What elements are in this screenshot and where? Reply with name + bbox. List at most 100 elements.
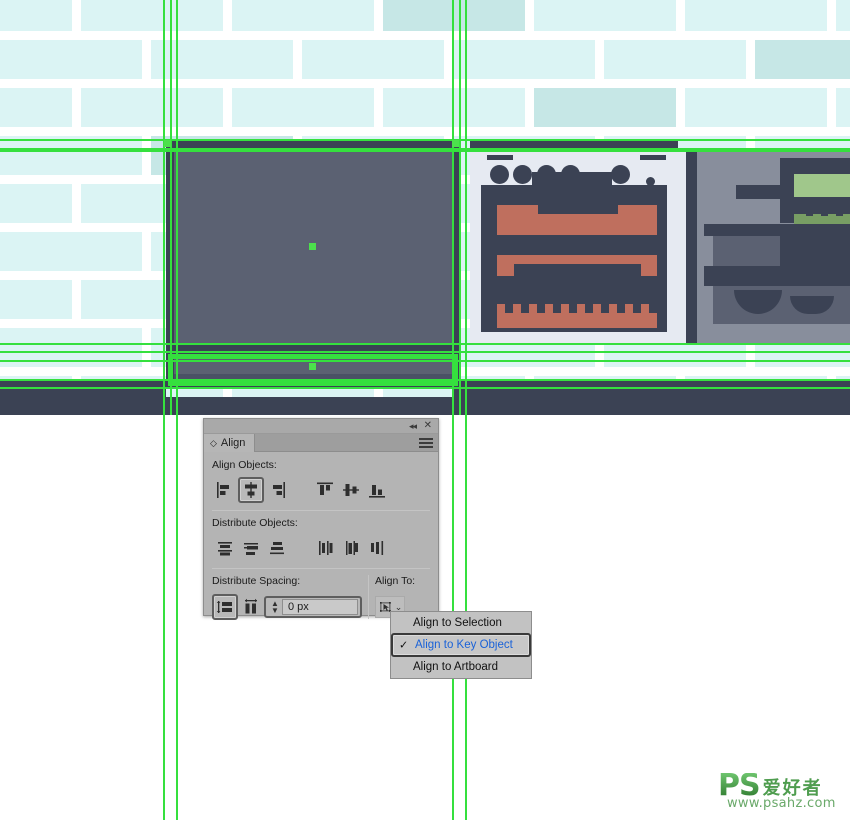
menu-item-align-to-artboard[interactable]: Align to Artboard	[391, 656, 531, 678]
oven-rack-middle-notch-left	[497, 276, 514, 286]
tile	[81, 88, 223, 127]
close-icon[interactable]: ✕	[424, 421, 432, 431]
quantity-stepper[interactable]: ▲ ▼	[268, 600, 282, 615]
panel-titlebar[interactable]: ◂◂ ✕	[204, 419, 438, 434]
tile	[0, 0, 72, 31]
horizontal-align-left-button[interactable]	[212, 477, 238, 503]
vertical-distribute-bottom-button[interactable]	[264, 535, 290, 561]
oven-rack-middle-notch	[514, 264, 641, 286]
illustrator-canvas: ◂◂ ✕ ◇ Align Align Objects: Distribute O…	[0, 0, 850, 820]
menu-item-align-to-key-object[interactable]: ✓ Align to Key Object	[391, 633, 531, 657]
horizontal-guide-4	[0, 351, 850, 353]
right-shelf-a3	[780, 236, 850, 266]
tile	[534, 88, 676, 127]
rack-tooth	[521, 304, 529, 313]
panel-tab-row[interactable]: ◇ Align	[204, 434, 438, 452]
menu-item-label: Align to Artboard	[413, 661, 499, 673]
horizontal-guide-2	[0, 150, 850, 152]
spacing-stepper-group[interactable]: ▲ ▼ 0 px	[264, 596, 362, 618]
check-icon: ✓	[399, 639, 409, 652]
anchor-top-right[interactable]	[452, 140, 459, 147]
anchor-center[interactable]	[309, 243, 316, 250]
align-objects-label: Align Objects:	[212, 459, 277, 471]
key-object-highlight[interactable]	[168, 354, 458, 386]
oven-knob-icon	[611, 165, 630, 184]
anchor-top-left[interactable]	[164, 140, 171, 147]
tile-row	[0, 0, 850, 40]
vertical-align-center-button[interactable]	[338, 477, 364, 503]
tile	[302, 40, 444, 79]
menu-item-align-to-selection[interactable]: Align to Selection	[391, 612, 531, 634]
spacing-value-input[interactable]: 0 px	[282, 599, 358, 615]
tile	[685, 0, 827, 31]
horizontal-distribute-center-button[interactable]	[338, 535, 364, 561]
tile	[685, 88, 827, 127]
tile	[0, 184, 72, 223]
tile	[0, 232, 142, 271]
align-panel[interactable]: ◂◂ ✕ ◇ Align Align Objects: Distribute O…	[203, 418, 439, 620]
horizontal-guide-7	[0, 387, 850, 389]
tile	[0, 40, 142, 79]
menu-item-label: Align to Selection	[413, 617, 502, 629]
rack-tooth	[617, 304, 625, 313]
distribute-spacing-label: Distribute Spacing:	[212, 575, 301, 587]
rack-tooth	[569, 304, 577, 313]
green-tooth	[836, 208, 843, 216]
divider-2	[212, 568, 430, 569]
tile	[232, 0, 374, 31]
align-to-label: Align To:	[375, 575, 416, 587]
stepper-down-icon[interactable]: ▼	[271, 607, 279, 615]
tile	[81, 0, 223, 31]
tile	[0, 88, 72, 127]
oven-handle	[532, 172, 612, 186]
horizontal-distribute-right-button[interactable]	[364, 535, 390, 561]
vertical-align-bottom-button[interactable]	[364, 477, 390, 503]
oven-rack-middle-notch-right	[641, 276, 658, 286]
tile	[453, 40, 595, 79]
diamond-icon: ◇	[210, 437, 217, 448]
rack-tooth	[649, 304, 657, 313]
tile	[0, 136, 142, 175]
horizontal-align-right-button[interactable]	[264, 477, 290, 503]
vertical-align-top-button[interactable]	[312, 477, 338, 503]
tile	[836, 88, 850, 127]
horizontal-align-center-button[interactable]	[238, 477, 264, 503]
panel-menu-icon[interactable]	[419, 438, 433, 450]
horizontal-distribute-left-button[interactable]	[312, 535, 338, 561]
tab-align[interactable]: ◇ Align	[204, 434, 256, 452]
right-shelf-d	[704, 324, 850, 343]
align-to-dropdown-menu[interactable]: Align to Selection ✓ Align to Key Object Al…	[390, 611, 532, 679]
right-cabinet-arm	[736, 185, 782, 199]
tile	[534, 0, 676, 31]
panel-body: Align Objects: Distribute Objects: Distr…	[204, 452, 438, 622]
vertical-distribute-center-button[interactable]	[238, 535, 264, 561]
divider-vertical	[368, 575, 369, 619]
oven-tab-left	[487, 155, 513, 160]
distribute-objects-buttons[interactable]	[212, 534, 430, 562]
watermark: PS 爱好者 www.psahz.com	[718, 771, 836, 812]
watermark-url: www.psahz.com	[727, 796, 836, 811]
tile	[755, 40, 850, 79]
divider-1	[212, 510, 430, 511]
rack-tooth	[505, 304, 513, 313]
horizontal-distribute-spacing-button[interactable]	[238, 594, 264, 620]
vertical-distribute-spacing-button[interactable]	[212, 594, 238, 620]
oven-knob-icon	[513, 165, 532, 184]
vertical-guide-inner-1	[459, 0, 461, 415]
tile	[604, 40, 746, 79]
anchor-key-center[interactable]	[309, 363, 316, 370]
rack-tooth	[585, 304, 593, 313]
vertical-guide-inner-0	[170, 0, 172, 415]
oven-rack-top-notch	[538, 205, 618, 214]
vertical-distribute-top-button[interactable]	[212, 535, 238, 561]
right-shelf-b	[704, 266, 850, 286]
distribute-spacing-row[interactable]: ▲ ▼ 0 px	[212, 592, 362, 622]
rack-tooth	[553, 304, 561, 313]
tile	[383, 0, 525, 31]
double-chevron-left-icon[interactable]: ◂◂	[409, 421, 417, 431]
tile	[0, 280, 72, 319]
oven-knob-icon	[490, 165, 509, 184]
align-objects-buttons[interactable]	[212, 476, 430, 504]
tile	[151, 40, 293, 79]
horizontal-guide-0	[0, 139, 850, 141]
